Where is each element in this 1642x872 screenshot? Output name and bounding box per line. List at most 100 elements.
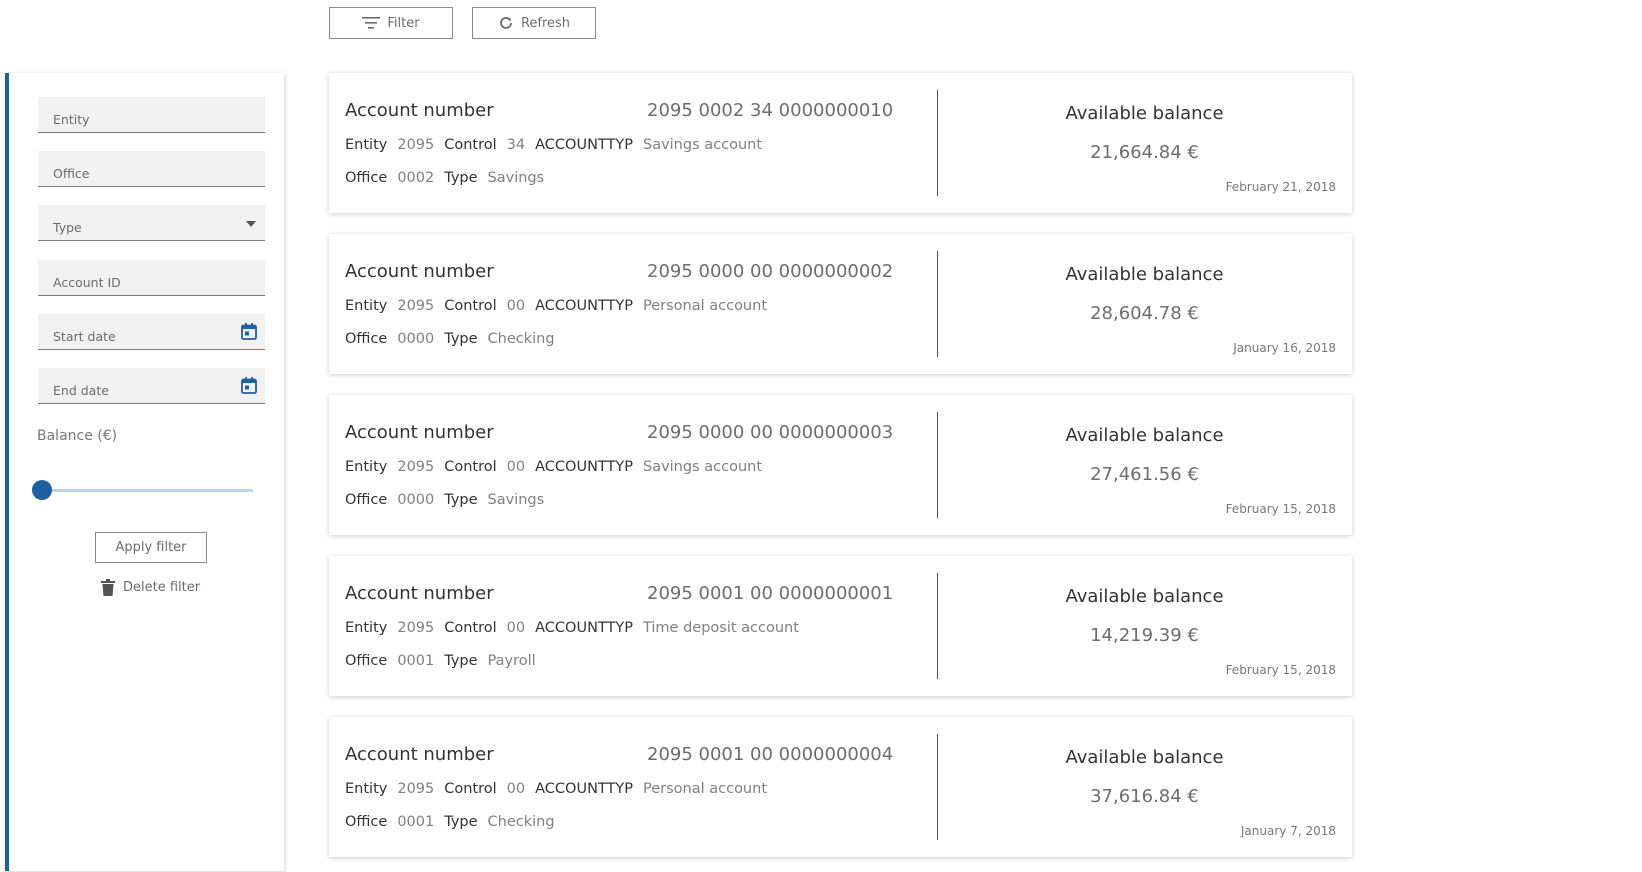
type-value: Payroll — [487, 653, 536, 669]
type-select-label: Type — [53, 220, 82, 235]
account-type-label: ACCOUNTTYP — [535, 459, 633, 475]
account-number-value: 2095 0001 00 0000000001 — [647, 583, 894, 604]
account-number-label: Account number — [345, 744, 494, 765]
account-number-value: 2095 0000 00 0000000002 — [647, 261, 894, 282]
filter-panel: Entity Office Type Account ID Start date… — [5, 73, 284, 871]
entity-label: Entity — [345, 620, 388, 636]
calendar-icon[interactable] — [241, 323, 257, 340]
type-label: Type — [444, 814, 478, 830]
balance-date: February 21, 2018 — [1225, 180, 1336, 194]
office-label: Office — [345, 170, 388, 186]
account-type-label: ACCOUNTTYP — [535, 137, 633, 153]
account-details-row-2: Office 0001 Type Checking — [345, 814, 565, 830]
office-field[interactable]: Office — [38, 151, 265, 187]
account-number-value: 2095 0000 00 0000000003 — [647, 422, 894, 443]
entity-value: 2095 — [397, 298, 435, 314]
end-date-field[interactable]: End date — [38, 368, 265, 404]
entity-field-label: Entity — [53, 112, 90, 127]
account-number-label: Account number — [345, 422, 494, 443]
entity-label: Entity — [345, 459, 388, 475]
office-label: Office — [345, 653, 388, 669]
control-label: Control — [444, 620, 497, 636]
account-id-field[interactable]: Account ID — [38, 260, 265, 296]
account-number-value: 2095 0002 34 0000000010 — [647, 100, 894, 121]
end-date-field-label: End date — [53, 383, 109, 398]
type-value: Savings — [487, 492, 545, 508]
account-details-row-1: Entity 2095 Control 00 ACCOUNTTYP Personal ac… — [345, 781, 777, 797]
balance-slider-thumb[interactable] — [32, 480, 52, 500]
office-value: 0002 — [397, 170, 435, 186]
type-value: Savings — [487, 170, 545, 186]
type-value: Checking — [487, 331, 555, 347]
available-balance-value: 28,604.78 € — [1090, 303, 1199, 324]
type-label: Type — [444, 653, 478, 669]
control-label: Control — [444, 137, 497, 153]
start-date-field-label: Start date — [53, 329, 116, 344]
control-value: 00 — [506, 298, 526, 314]
balance-slider-track[interactable] — [39, 489, 253, 492]
office-label: Office — [345, 814, 388, 830]
control-value: 00 — [506, 459, 526, 475]
account-number-value: 2095 0001 00 0000000004 — [647, 744, 894, 765]
account-id-field-label: Account ID — [53, 275, 121, 290]
account-card[interactable]: Account number 2095 0000 00 0000000002 E… — [329, 234, 1352, 374]
control-label: Control — [444, 459, 497, 475]
available-balance-label: Available balance — [1065, 425, 1224, 446]
type-label: Type — [444, 492, 478, 508]
available-balance-label: Available balance — [1065, 264, 1224, 285]
account-type-label: ACCOUNTTYP — [535, 620, 633, 636]
start-date-field[interactable]: Start date — [38, 314, 265, 350]
account-details-row-1: Entity 2095 Control 00 ACCOUNTTYP Personal ac… — [345, 298, 777, 314]
account-type-value: Savings account — [642, 137, 763, 153]
office-label: Office — [345, 331, 388, 347]
control-label: Control — [444, 298, 497, 314]
office-field-label: Office — [53, 166, 90, 181]
entity-value: 2095 — [397, 137, 435, 153]
account-type-label: ACCOUNTTYP — [535, 781, 633, 797]
type-select[interactable]: Type — [38, 205, 265, 241]
office-label: Office — [345, 492, 388, 508]
account-details-row-1: Entity 2095 Control 00 ACCOUNTTYP Time deposi… — [345, 620, 809, 636]
refresh-button-label: Refresh — [520, 15, 571, 31]
filter-button[interactable]: Filter — [329, 7, 453, 39]
calendar-icon[interactable] — [241, 377, 257, 394]
refresh-button[interactable]: Refresh — [472, 7, 596, 39]
account-type-value: Personal account — [642, 298, 767, 314]
office-value: 0001 — [397, 814, 435, 830]
entity-field[interactable]: Entity — [38, 97, 265, 133]
control-value: 00 — [506, 620, 526, 636]
available-balance-value: 27,461.56 € — [1090, 464, 1199, 485]
entity-label: Entity — [345, 781, 388, 797]
account-number-label: Account number — [345, 583, 494, 604]
filter-button-label: Filter — [387, 15, 420, 31]
available-balance-label: Available balance — [1065, 103, 1224, 124]
office-value: 0001 — [397, 653, 435, 669]
account-card[interactable]: Account number 2095 0001 00 0000000004 E… — [329, 717, 1352, 857]
delete-filter-label: Delete filter — [123, 579, 201, 595]
entity-value: 2095 — [397, 781, 435, 797]
trash-icon — [101, 578, 115, 596]
account-card[interactable]: Account number 2095 0000 00 0000000003 E… — [329, 395, 1352, 535]
type-label: Type — [444, 331, 478, 347]
balance-label: Balance (€) — [37, 428, 118, 444]
office-value: 0000 — [397, 331, 435, 347]
account-type-value: Savings account — [642, 459, 763, 475]
available-balance-value: 14,219.39 € — [1090, 625, 1199, 646]
apply-filter-button[interactable]: Apply filter — [95, 532, 207, 563]
account-type-label: ACCOUNTTYP — [535, 298, 633, 314]
type-label: Type — [444, 170, 478, 186]
type-value: Checking — [487, 814, 555, 830]
account-card[interactable]: Account number 2095 0001 00 0000000001 E… — [329, 556, 1352, 696]
delete-filter-button[interactable]: Delete filter — [101, 576, 200, 598]
account-details-row-2: Office 0001 Type Payroll — [345, 653, 546, 669]
account-type-value: Time deposit account — [642, 620, 799, 636]
account-details-row-2: Office 0000 Type Savings — [345, 492, 554, 508]
account-card[interactable]: Account number 2095 0002 34 0000000010 E… — [329, 73, 1352, 213]
account-type-value: Personal account — [642, 781, 767, 797]
entity-value: 2095 — [397, 459, 435, 475]
balance-date: February 15, 2018 — [1225, 502, 1336, 516]
entity-value: 2095 — [397, 620, 435, 636]
control-value: 00 — [506, 781, 526, 797]
filter-icon — [362, 17, 381, 29]
available-balance-value: 37,616.84 € — [1090, 786, 1199, 807]
